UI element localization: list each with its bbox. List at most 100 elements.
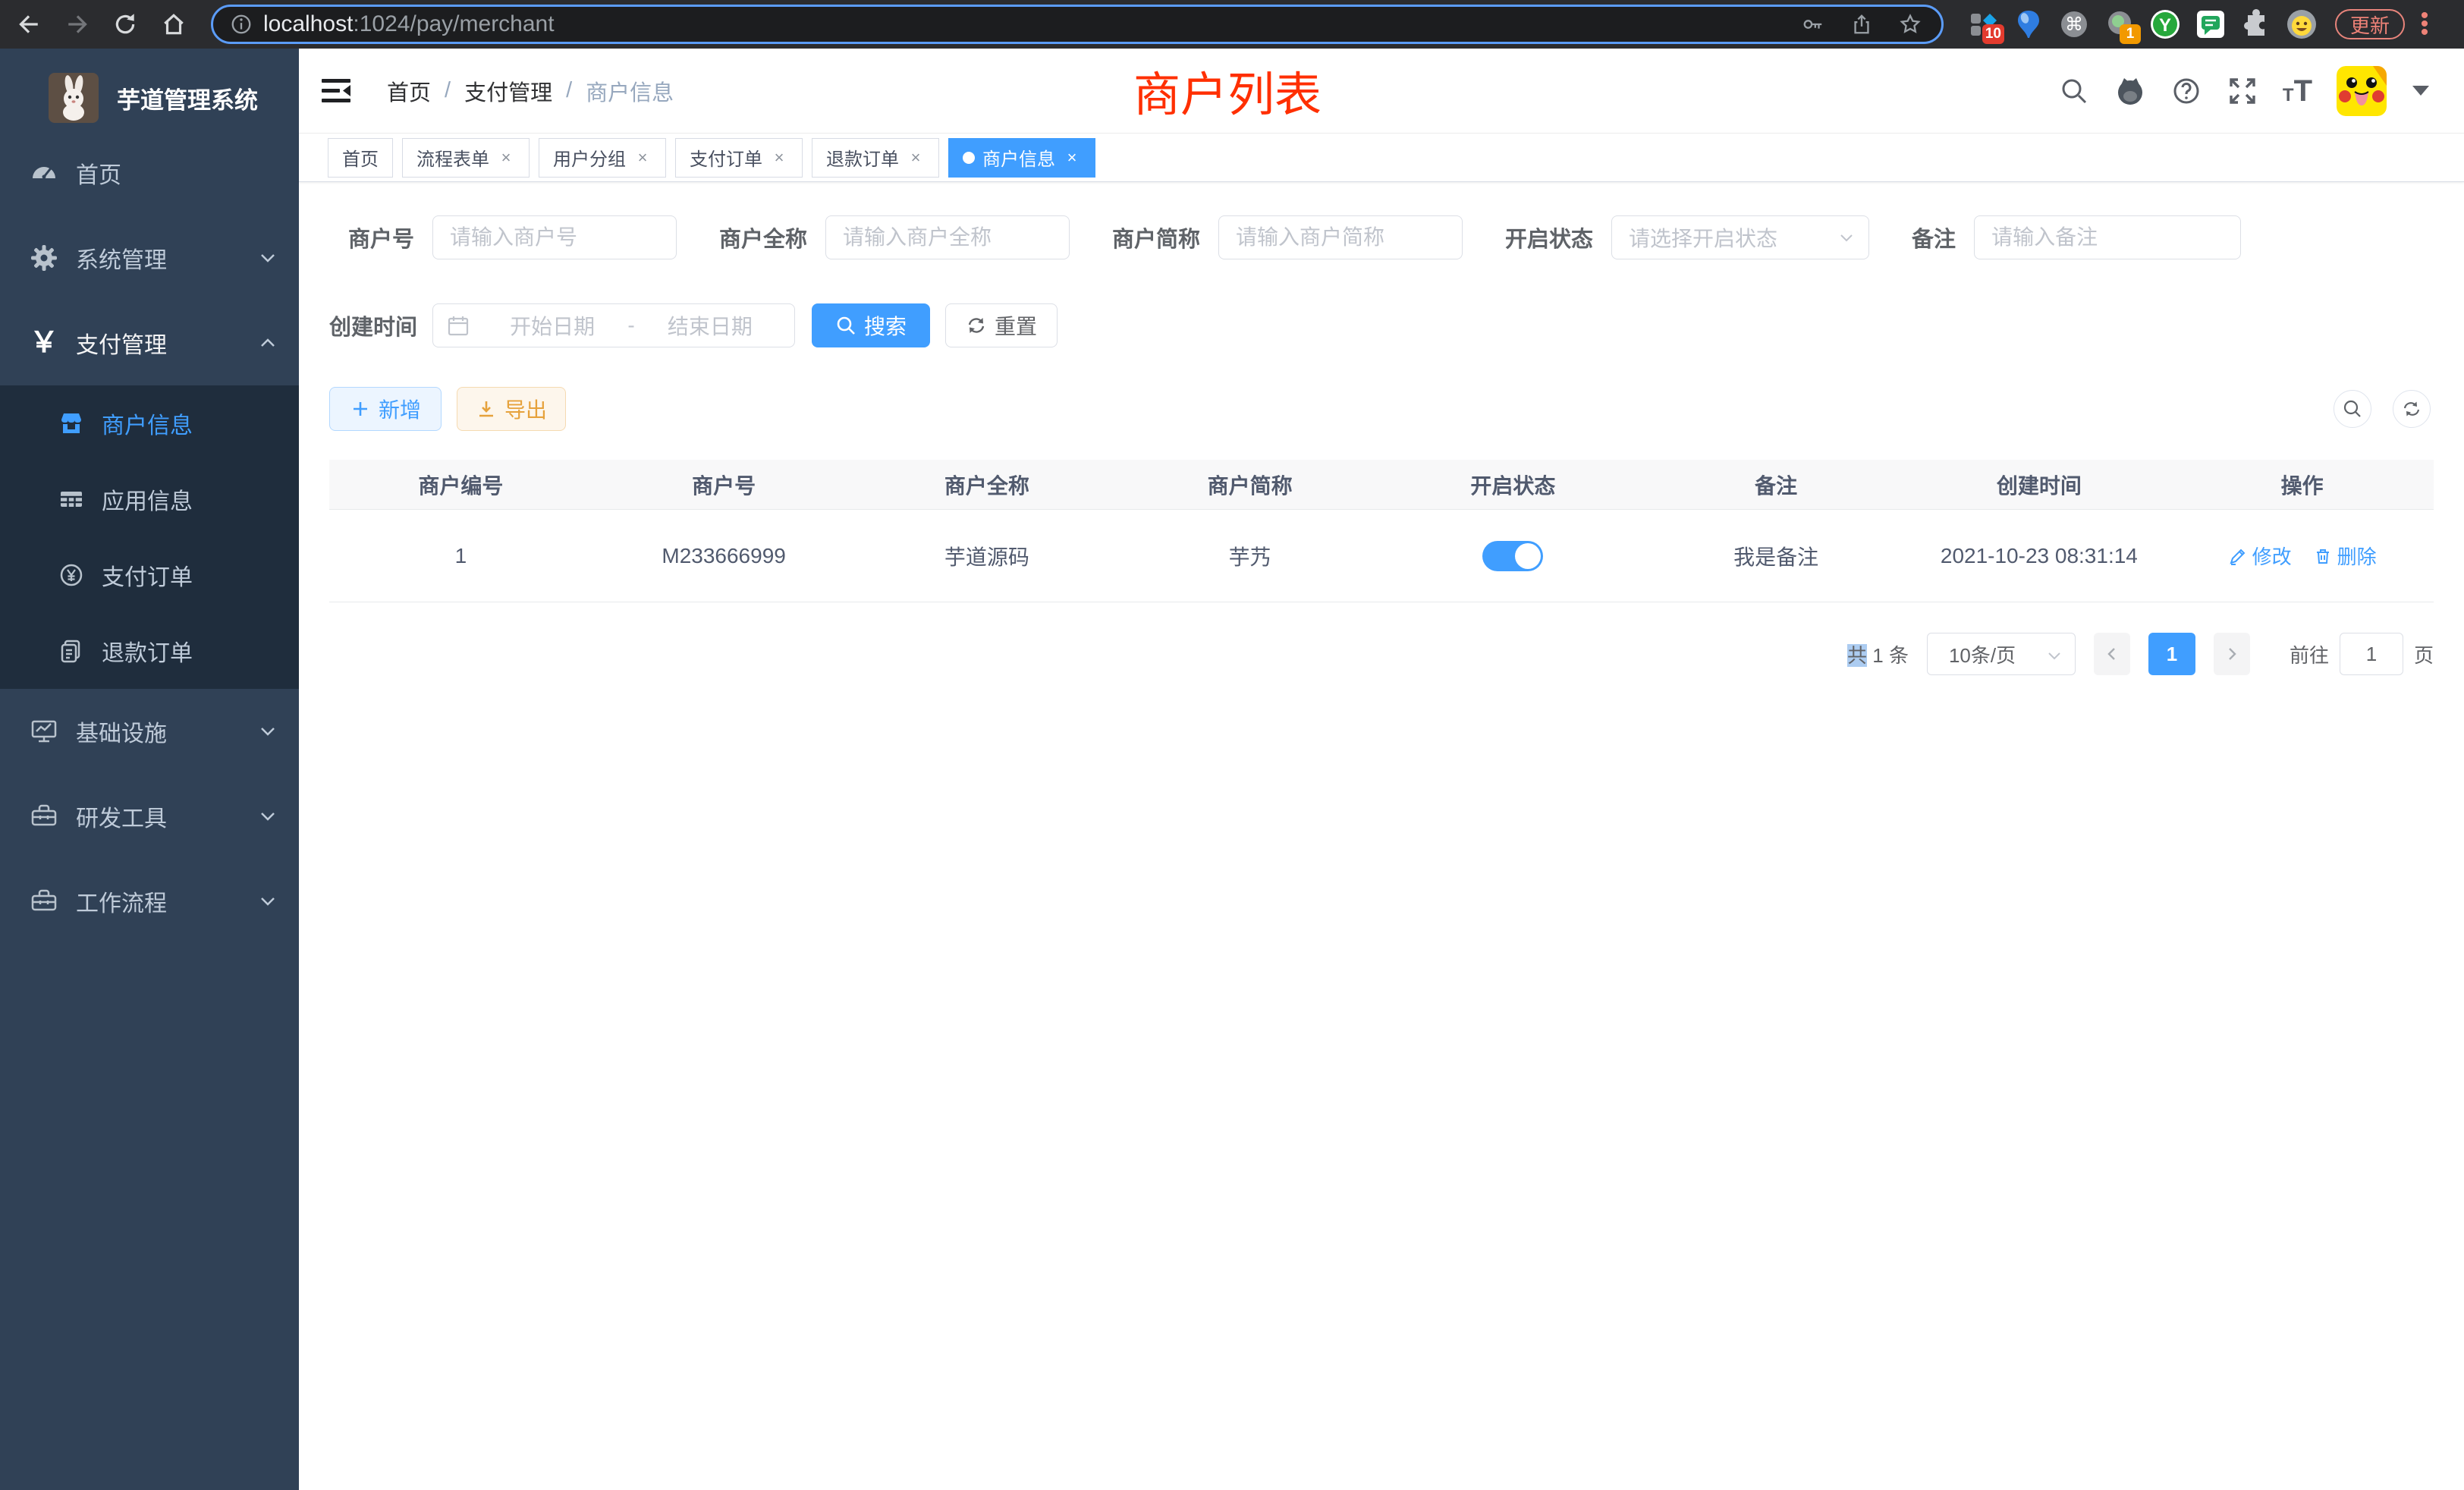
- url-bar[interactable]: localhost:1024/pay/merchant: [211, 5, 1944, 44]
- sidebar-item-refund-order[interactable]: 退款订单: [0, 613, 299, 689]
- sidebar-item-home[interactable]: 首页: [0, 130, 299, 215]
- sidebar-item-pay-order[interactable]: 支付订单: [0, 537, 299, 613]
- remark-input[interactable]: [1974, 215, 2241, 259]
- extension-chat-icon[interactable]: [2194, 8, 2227, 41]
- browser-reload-icon[interactable]: [112, 11, 138, 37]
- sidebar-item-app-info[interactable]: 应用信息: [0, 461, 299, 537]
- merchant-fullname-input[interactable]: [825, 215, 1070, 259]
- store-icon: [56, 408, 86, 439]
- search-form-row-2: 创建时间 开始日期 - 结束日期 搜索: [329, 303, 2434, 347]
- close-icon[interactable]: ×: [497, 148, 515, 168]
- extension-pin-icon[interactable]: [2012, 8, 2045, 41]
- browser-forward-icon[interactable]: [65, 11, 91, 37]
- browser-update-button[interactable]: 更新: [2335, 9, 2405, 39]
- extension-command-icon[interactable]: ⌘: [2057, 8, 2091, 41]
- grid-table-icon: [56, 484, 86, 514]
- export-button[interactable]: 导出: [457, 387, 566, 431]
- chevron-down-icon: [258, 721, 278, 741]
- help-icon[interactable]: [2170, 75, 2202, 107]
- tag-home[interactable]: 首页: [328, 138, 393, 178]
- tag-merchant-info-active[interactable]: 商户信息×: [948, 138, 1095, 178]
- table-row: 1 M233666999 芋道源码 芋艿 我是备注 2021-10-23 08:…: [329, 510, 2434, 602]
- date-end-placeholder: 结束日期: [640, 310, 781, 341]
- extensions-puzzle-icon[interactable]: [2239, 8, 2273, 41]
- extension-y-icon[interactable]: Y: [2148, 8, 2182, 41]
- sidebar-item-label: 工作流程: [76, 885, 167, 918]
- breadcrumb-separator: /: [445, 78, 451, 103]
- search-button[interactable]: 搜索: [812, 303, 930, 347]
- add-button[interactable]: 新增: [329, 387, 442, 431]
- user-avatar[interactable]: [2337, 66, 2387, 116]
- site-info-icon[interactable]: [230, 13, 253, 36]
- delete-link[interactable]: 删除: [2313, 542, 2377, 570]
- page-size-select[interactable]: 10条/页: [1927, 633, 2076, 675]
- total-count: 1: [1872, 644, 1883, 667]
- browser-back-icon[interactable]: [15, 11, 41, 37]
- field-label: 商户全称: [719, 222, 807, 253]
- sidebar-item-workflow[interactable]: 工作流程: [0, 859, 299, 944]
- sidebar-fold-icon[interactable]: [320, 77, 352, 105]
- sidebar-item-system[interactable]: 系统管理: [0, 215, 299, 300]
- close-icon[interactable]: ×: [770, 148, 788, 168]
- chevron-up-icon: [258, 333, 278, 353]
- share-icon[interactable]: [1850, 13, 1873, 36]
- tag-label: 用户分组: [553, 144, 626, 171]
- field-label: 商户号: [329, 222, 414, 253]
- tag-user-group[interactable]: 用户分组 ×: [539, 138, 666, 178]
- tag-process-form[interactable]: 流程表单×: [402, 138, 530, 178]
- close-icon[interactable]: ×: [633, 148, 652, 168]
- password-key-icon[interactable]: [1802, 13, 1824, 36]
- page-number-current[interactable]: 1: [2148, 633, 2195, 675]
- document-copy-icon: [56, 636, 86, 666]
- sidebar-item-infrastructure[interactable]: 基础设施: [0, 689, 299, 774]
- header-search-icon[interactable]: [2058, 75, 2090, 107]
- monitor-chart-icon: [27, 715, 61, 748]
- extension-recorder-icon[interactable]: 1: [2103, 8, 2136, 41]
- sidebar-item-dev-tools[interactable]: 研发工具: [0, 774, 299, 859]
- github-icon[interactable]: [2114, 75, 2146, 107]
- close-icon[interactable]: ×: [907, 148, 925, 168]
- toggle-search-button[interactable]: [2334, 390, 2371, 428]
- browser-toolbar: localhost:1024/pay/merchant 1: [0, 0, 2464, 49]
- sidebar-item-merchant-info[interactable]: 商户信息: [0, 385, 299, 461]
- refresh-table-button[interactable]: [2393, 390, 2431, 428]
- prev-page-button[interactable]: [2094, 633, 2130, 675]
- breadcrumb-payment[interactable]: 支付管理: [464, 75, 552, 107]
- profile-emoji-avatar[interactable]: [2285, 8, 2318, 41]
- app-title: 芋道管理系统: [117, 81, 258, 115]
- next-page-button[interactable]: [2214, 633, 2250, 675]
- goto-page-input[interactable]: [2340, 633, 2403, 675]
- yen-icon: ￥: [27, 326, 61, 360]
- breadcrumb-home[interactable]: 首页: [387, 75, 431, 107]
- tag-refund-order[interactable]: 退款订单×: [812, 138, 939, 178]
- tags-view-bar: 首页 流程表单× 用户分组 × 支付订单× 退款订单× 商户信息×: [299, 134, 2464, 182]
- select-placeholder: 请选择开启状态: [1629, 222, 1838, 253]
- create-time-range-picker[interactable]: 开始日期 - 结束日期: [432, 303, 795, 347]
- font-size-icon[interactable]: TT: [2283, 77, 2312, 105]
- status-select[interactable]: 请选择开启状态: [1611, 215, 1869, 259]
- fullscreen-icon[interactable]: [2227, 75, 2258, 107]
- sidebar-item-payment[interactable]: ￥ 支付管理: [0, 300, 299, 385]
- pagination-total: 共 1 条: [1847, 640, 1909, 668]
- close-icon[interactable]: ×: [1063, 148, 1081, 168]
- col-header: 商户编号: [329, 460, 592, 509]
- search-button-label: 搜索: [864, 310, 907, 341]
- cell-full-name: 芋道源码: [856, 510, 1119, 602]
- bookmark-star-icon[interactable]: [1899, 13, 1922, 36]
- merchant-shortname-input[interactable]: [1218, 215, 1463, 259]
- svg-text:⌘: ⌘: [2065, 14, 2083, 35]
- col-header: 备注: [1645, 460, 1908, 509]
- browser-menu-icon[interactable]: •••: [2417, 12, 2432, 37]
- yen-circle-icon: [56, 560, 86, 590]
- cell-merchant-id: 1: [329, 510, 592, 602]
- extension-blocks-icon[interactable]: 10: [1966, 8, 2000, 41]
- reset-button[interactable]: 重置: [945, 303, 1058, 347]
- tag-pay-order[interactable]: 支付订单×: [675, 138, 803, 178]
- edit-link[interactable]: 修改: [2228, 542, 2292, 570]
- status-switch-on[interactable]: [1482, 541, 1543, 571]
- app-logo-row[interactable]: 芋道管理系统: [0, 49, 299, 130]
- merchant-no-input[interactable]: [432, 215, 677, 259]
- page-unit: 页: [2414, 640, 2434, 668]
- browser-home-icon[interactable]: [161, 11, 187, 37]
- avatar-dropdown-caret[interactable]: [2412, 86, 2429, 96]
